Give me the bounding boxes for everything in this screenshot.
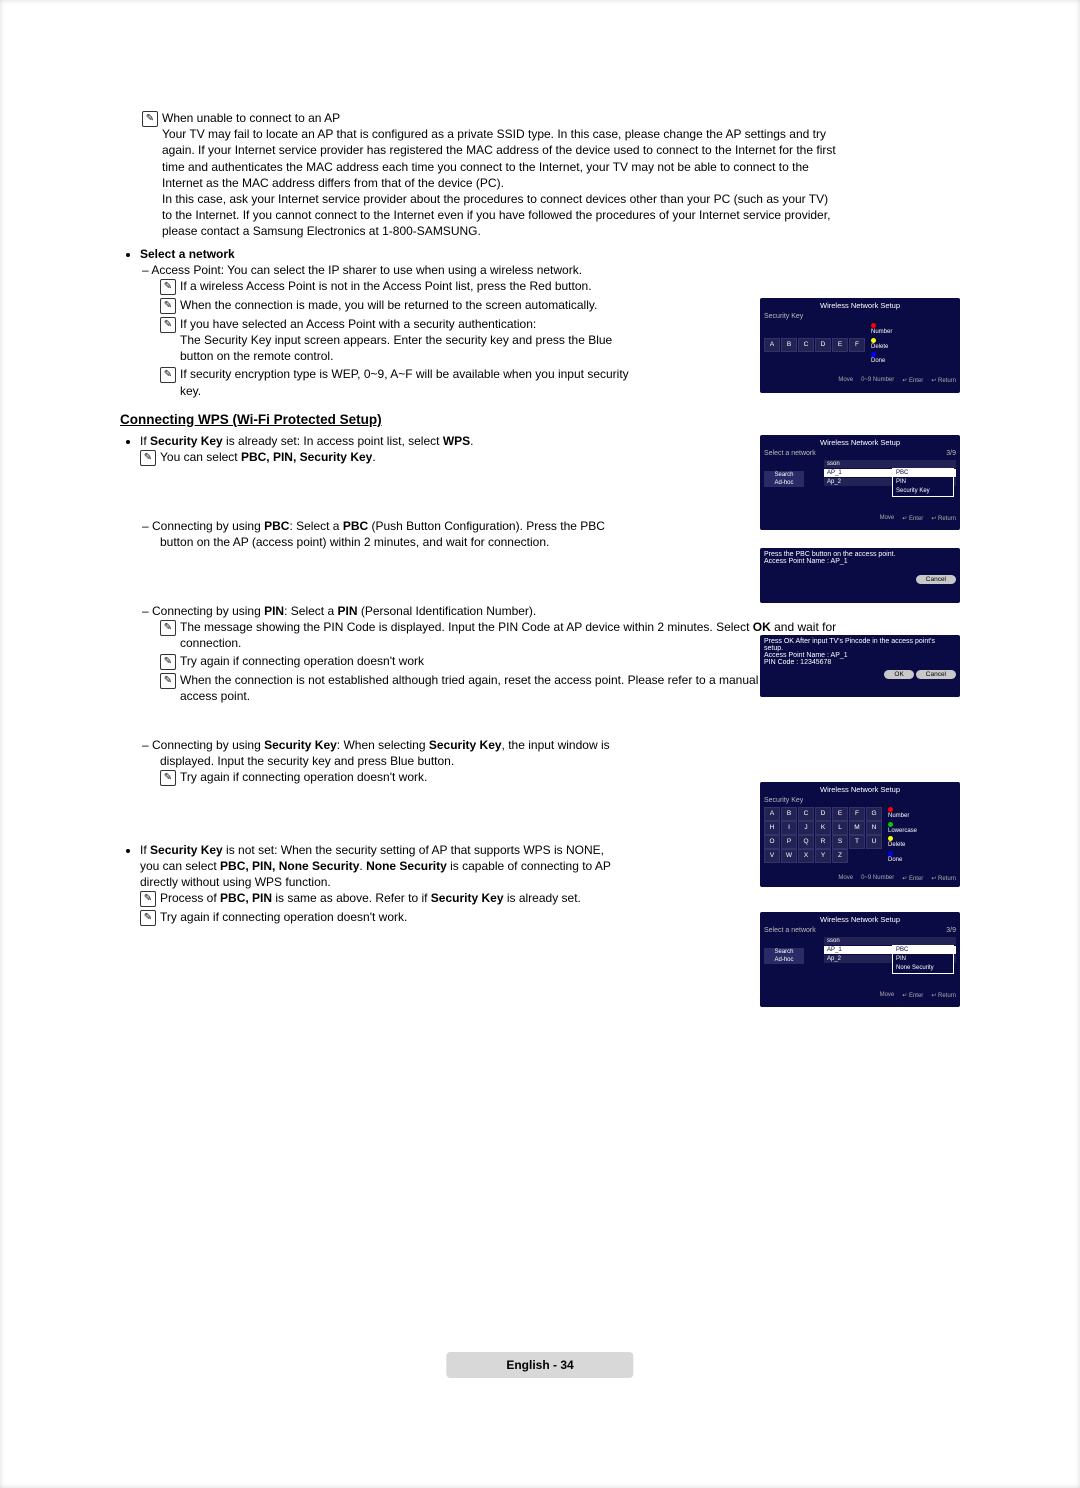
sn-note3a: If you have selected an Access Point wit… bbox=[180, 317, 536, 331]
shot3-l1: Press the PBC button on the access point… bbox=[764, 551, 956, 558]
cancel-button[interactable]: Cancel bbox=[916, 575, 956, 584]
note-icon: ✎ bbox=[160, 620, 176, 636]
wps-ifset: If Security Key is already set: In acces… bbox=[140, 434, 474, 448]
wps-notset: If Security Key is not set: When the sec… bbox=[140, 843, 611, 889]
wps-try3: Try again if connecting operation doesn'… bbox=[160, 909, 620, 926]
note-icon: ✎ bbox=[160, 673, 176, 689]
shot4-l3: PIN Code : 12345678 bbox=[764, 659, 956, 666]
unable-title: When unable to connect to an AP bbox=[162, 110, 840, 126]
wps-try1: Try again if connecting operation doesn'… bbox=[180, 653, 840, 670]
shot6-title: Wireless Network Setup bbox=[764, 915, 956, 924]
unable-para1: Your TV may fail to locate an AP that is… bbox=[162, 126, 840, 191]
shot5-title: Wireless Network Setup bbox=[764, 785, 956, 794]
sn-note2: When the connection is made, you will be… bbox=[180, 297, 640, 314]
note-icon: ✎ bbox=[142, 111, 158, 127]
shot5-sub: Security Key bbox=[764, 797, 956, 804]
note-icon: ✎ bbox=[140, 891, 156, 907]
sn-note1: If a wireless Access Point is not in the… bbox=[180, 278, 640, 295]
wps-sk: Connecting by using Security Key: When s… bbox=[152, 738, 610, 768]
shot3-l2: Access Point Name : AP_1 bbox=[764, 558, 956, 565]
unable-para2: In this case, ask your Internet service … bbox=[162, 191, 840, 240]
cancel-button[interactable]: Cancel bbox=[916, 670, 956, 679]
shot1-title: Wireless Network Setup bbox=[764, 301, 956, 310]
note-icon: ✎ bbox=[140, 910, 156, 926]
wps-pbc: Connecting by using PBC: Select a PBC (P… bbox=[152, 519, 605, 549]
wps-heading: Connecting WPS (Wi-Fi Protected Setup) bbox=[120, 411, 840, 429]
wps-pin-msg: The message showing the PIN Code is disp… bbox=[180, 619, 840, 651]
shot1-keys: ABCDEF bbox=[764, 323, 865, 367]
page-footer: English - 34 bbox=[446, 1352, 633, 1378]
wps-reset: When the connection is not established a… bbox=[180, 672, 840, 704]
note-icon: ✎ bbox=[160, 298, 176, 314]
shot2-title: Wireless Network Setup bbox=[764, 438, 956, 447]
ok-button[interactable]: OK bbox=[884, 670, 913, 679]
note-icon: ✎ bbox=[160, 367, 176, 383]
wps-try2: Try again if connecting operation doesn'… bbox=[180, 769, 620, 786]
ap-line: Access Point: You can select the IP shar… bbox=[151, 263, 582, 277]
wps-pin: Connecting by using PIN: Select a PIN (P… bbox=[152, 604, 536, 618]
wps-process: Process of PBC, PIN is same as above. Re… bbox=[160, 890, 620, 907]
note-icon: ✎ bbox=[160, 770, 176, 786]
note-icon: ✎ bbox=[160, 279, 176, 295]
shot1-sub: Security Key bbox=[764, 313, 956, 320]
shot4-l2: Access Point Name : AP_1 bbox=[764, 652, 956, 659]
sn-note4: If security encryption type is WEP, 0~9,… bbox=[180, 366, 640, 398]
wps-youcan: You can select PBC, PIN, Security Key. bbox=[160, 449, 600, 466]
note-icon: ✎ bbox=[160, 317, 176, 333]
sn-note3b: The Security Key input screen appears. E… bbox=[180, 333, 612, 363]
shot4-l1: Press OK After input TV's Pincode in the… bbox=[764, 638, 956, 652]
note-icon: ✎ bbox=[140, 450, 156, 466]
select-network-label: Select a network bbox=[140, 247, 235, 261]
note-icon: ✎ bbox=[160, 654, 176, 670]
